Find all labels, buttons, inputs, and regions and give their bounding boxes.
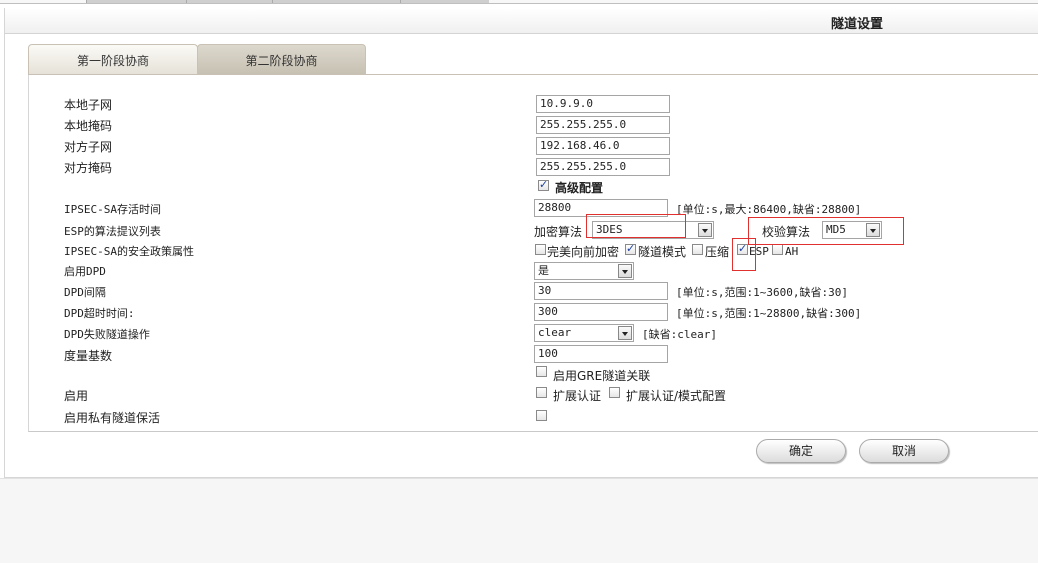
dpd-action-hint: [缺省:clear] bbox=[642, 328, 717, 341]
local-mask-input[interactable]: 255.255.255.0 bbox=[536, 116, 670, 134]
pfs-checkbox[interactable] bbox=[535, 244, 546, 255]
dpd-interval-input[interactable]: 30 bbox=[534, 282, 668, 300]
ext-auth-label: 扩展认证 bbox=[553, 389, 602, 403]
sa-lifetime-hint: [单位:s,最大:86400,缺省:28800] bbox=[676, 203, 862, 216]
metric-input[interactable]: 100 bbox=[534, 345, 668, 363]
ok-button[interactable]: 确定 bbox=[756, 439, 846, 463]
panel-title: 隧道设置 bbox=[830, 17, 883, 32]
sa-lifetime-label: IPSEC-SA存活时间 bbox=[64, 203, 161, 216]
dpd-action-label: DPD失败隧道操作 bbox=[64, 328, 150, 341]
dpd-timeout-label: DPD超时时间: bbox=[64, 307, 135, 320]
highlight-auth bbox=[748, 217, 904, 245]
tunnel-mode-label: 隧道模式 bbox=[638, 245, 687, 259]
bottom-area bbox=[0, 478, 1038, 563]
chevron-down-icon[interactable] bbox=[698, 223, 712, 237]
peer-subnet-label: 对方子网 bbox=[64, 140, 113, 154]
panel-header: 隧道设置 bbox=[5, 8, 1038, 34]
peer-mask-input[interactable]: 255.255.255.0 bbox=[536, 158, 670, 176]
local-mask-label: 本地掩码 bbox=[64, 119, 113, 133]
top-divider bbox=[0, 3, 1038, 4]
tab-phase-two[interactable]: 第二阶段协商 bbox=[197, 44, 366, 75]
gre-label: 启用GRE隧道关联 bbox=[553, 369, 651, 383]
dpd-interval-hint: [单位:s,范围:1~3600,缺省:30] bbox=[676, 286, 848, 299]
ext-mode-label: 扩展认证/模式配置 bbox=[626, 389, 727, 403]
gre-checkbox[interactable] bbox=[536, 366, 547, 377]
chevron-down-icon[interactable] bbox=[618, 264, 632, 278]
enable-dpd-value: 是 bbox=[538, 264, 549, 277]
compression-label: 压缩 bbox=[705, 245, 730, 259]
metric-label: 度量基数 bbox=[64, 349, 113, 363]
peer-subnet-input[interactable]: 192.168.46.0 bbox=[536, 137, 670, 155]
dpd-timeout-input[interactable]: 300 bbox=[534, 303, 668, 321]
tab-phase-one[interactable]: 第一阶段协商 bbox=[28, 44, 198, 75]
local-subnet-label: 本地子网 bbox=[64, 98, 113, 112]
peer-mask-label: 对方掩码 bbox=[64, 161, 113, 175]
esp-proposal-label: ESP的算法提议列表 bbox=[64, 225, 161, 238]
highlight-esp bbox=[732, 238, 756, 271]
dpd-action-value: clear bbox=[538, 326, 572, 339]
keepalive-label: 启用私有隧道保活 bbox=[64, 411, 161, 425]
cancel-button[interactable]: 取消 bbox=[859, 439, 949, 463]
dpd-interval-label: DPD间隔 bbox=[64, 286, 106, 299]
highlight-encryption bbox=[586, 214, 686, 238]
ext-mode-checkbox[interactable] bbox=[609, 387, 620, 398]
chevron-down-icon[interactable] bbox=[618, 326, 632, 340]
enable-dpd-label: 启用DPD bbox=[64, 265, 106, 278]
ah-label: AH bbox=[785, 245, 799, 258]
dpd-action-select[interactable]: clear bbox=[534, 324, 634, 342]
sa-policy-label: IPSEC-SA的安全政策属性 bbox=[64, 245, 194, 258]
encryption-algo-label: 加密算法 bbox=[534, 225, 583, 239]
tunnel-mode-checkbox[interactable] bbox=[625, 242, 636, 255]
keepalive-checkbox[interactable] bbox=[536, 410, 547, 421]
pfs-label: 完美向前加密 bbox=[547, 245, 620, 259]
dpd-timeout-hint: [单位:s,范围:1~28800,缺省:300] bbox=[676, 307, 862, 320]
advanced-checkbox[interactable] bbox=[538, 178, 549, 191]
enable-label: 启用 bbox=[64, 389, 89, 403]
compression-checkbox[interactable] bbox=[692, 244, 703, 255]
ext-auth-checkbox[interactable] bbox=[536, 387, 547, 398]
ah-checkbox[interactable] bbox=[772, 244, 783, 255]
local-subnet-input[interactable]: 10.9.9.0 bbox=[536, 95, 670, 113]
advanced-label: 高级配置 bbox=[555, 181, 604, 195]
enable-dpd-select[interactable]: 是 bbox=[534, 262, 634, 280]
